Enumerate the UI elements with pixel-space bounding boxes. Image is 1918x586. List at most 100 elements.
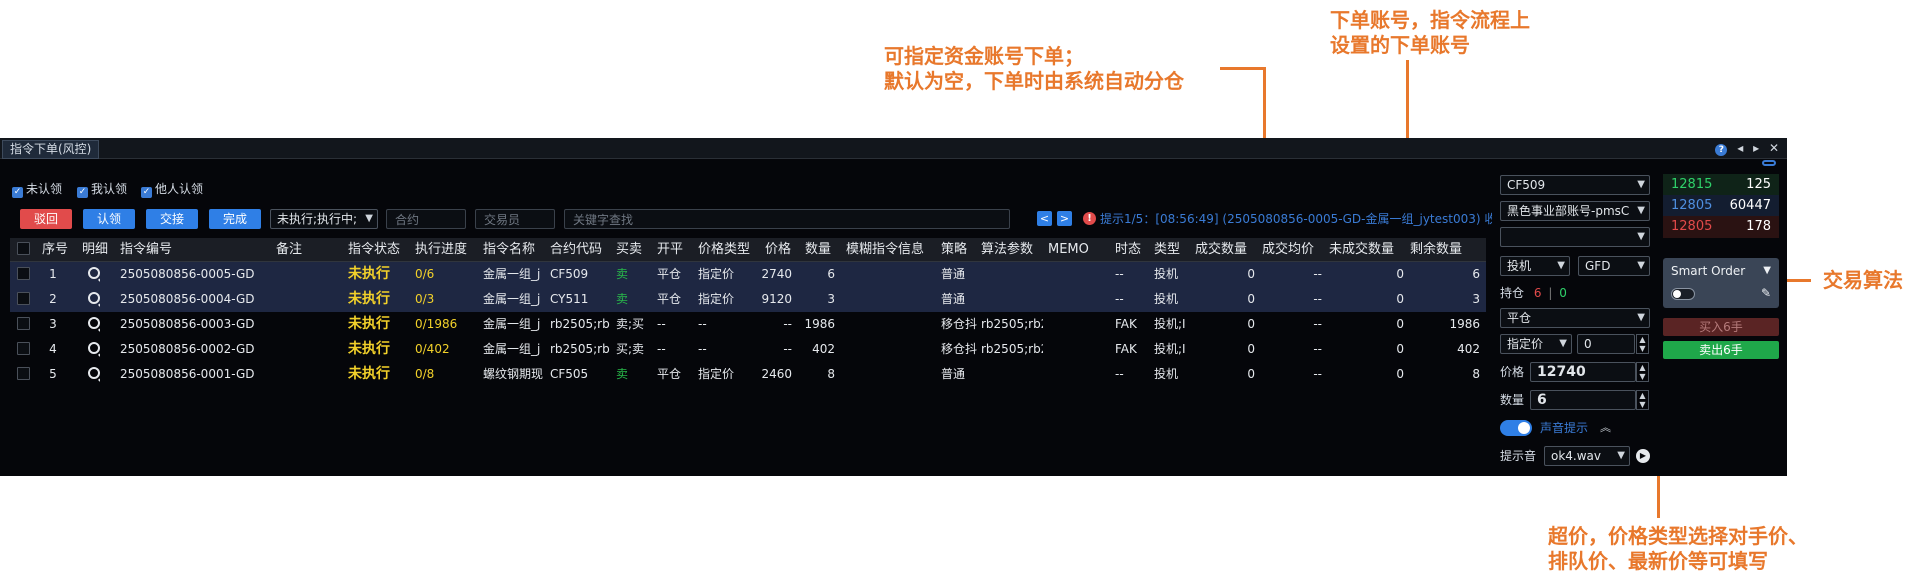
col-unfilled[interactable]: 未成交数量 xyxy=(1329,238,1394,261)
row-price-type: -- xyxy=(698,342,707,356)
col-name[interactable]: 指令名称 xyxy=(483,238,535,261)
col-filled[interactable]: 成交数量 xyxy=(1195,238,1247,261)
col-note[interactable]: 备注 xyxy=(276,238,302,261)
magnifier-icon[interactable] xyxy=(88,262,100,287)
finish-button[interactable]: 完成 xyxy=(209,209,261,229)
col-memo[interactable]: MEMO xyxy=(1048,238,1089,261)
col-progress[interactable]: 执行进度 xyxy=(415,238,467,261)
next-arrow-icon[interactable]: ▸ xyxy=(1753,141,1759,155)
filter-my-claimed[interactable]: ✓ 我认领 xyxy=(77,182,127,198)
row-checkbox[interactable] xyxy=(17,312,30,337)
select-all-checkbox[interactable] xyxy=(17,238,30,261)
edit-icon[interactable]: ✎ xyxy=(1761,285,1771,301)
play-icon[interactable]: ▶ xyxy=(1636,449,1650,463)
tif-select[interactable]: GFD ▼ xyxy=(1578,256,1650,276)
tone-select[interactable]: ok4.wav ▼ xyxy=(1544,446,1630,466)
sound-label[interactable]: 声音提示 xyxy=(1540,420,1588,436)
table-row[interactable]: 1 2505080856-0005-GD 未执行 0/6 金属一组_j CF509 卖 平仓 指… xyxy=(10,262,1486,287)
table-row[interactable]: 4 2505080856-0002-GD 未执行 0/402 金属一组_j rb2505;… xyxy=(10,337,1486,362)
notice-text[interactable]: 提示1/5：[08:56:49] (2505080856-0005-GD-金属一… xyxy=(1100,210,1492,228)
price-offset-input[interactable]: 0 xyxy=(1577,334,1635,354)
table-row[interactable]: 2 2505080856-0004-GD 未执行 0/3 金属一组_j CY511 卖 平仓 指… xyxy=(10,287,1486,312)
sell-button[interactable]: 卖出6手 xyxy=(1663,341,1779,359)
notice-prev-button[interactable]: < xyxy=(1037,211,1052,226)
close-icon[interactable]: ✕ xyxy=(1769,141,1779,155)
row-code: CY511 xyxy=(550,292,589,306)
col-remain[interactable]: 剩余数量 xyxy=(1410,238,1462,261)
trader-input[interactable]: 交易员 xyxy=(475,209,555,229)
notice-next-button[interactable]: > xyxy=(1057,211,1072,226)
quote-volume: 60447 xyxy=(1729,198,1771,213)
price-type-value: 指定价 xyxy=(1507,337,1544,351)
fund-account-select[interactable]: ▼ xyxy=(1500,227,1650,247)
magnifier-icon[interactable] xyxy=(88,312,100,337)
col-open-close[interactable]: 开平 xyxy=(657,238,683,261)
filter-unclaimed[interactable]: ✓ 未认领 xyxy=(12,182,62,198)
prev-arrow-icon[interactable]: ◂ xyxy=(1737,141,1743,155)
algo-panel[interactable]: Smart Order ▼ ✎ xyxy=(1663,258,1779,308)
col-avg[interactable]: 成交均价 xyxy=(1262,238,1314,261)
reject-button[interactable]: 驳回 xyxy=(20,209,72,229)
quote-level[interactable]: 12805 178 xyxy=(1663,216,1779,238)
col-code[interactable]: 合约代码 xyxy=(550,238,602,261)
col-seq[interactable]: 序号 xyxy=(42,238,68,261)
position-short: 0 xyxy=(1559,286,1567,300)
col-type[interactable]: 类型 xyxy=(1154,238,1180,261)
qty-stepper[interactable]: ▲ ▼ xyxy=(1636,390,1649,410)
contract-input[interactable]: 合约 xyxy=(386,209,466,229)
quote-price: 12805 xyxy=(1671,198,1713,213)
magnifier-icon[interactable] xyxy=(88,337,100,362)
row-checkbox[interactable] xyxy=(17,362,30,387)
row-checkbox[interactable] xyxy=(17,262,30,287)
col-algo-params[interactable]: 算法参数 xyxy=(981,238,1033,261)
buy-button[interactable]: 买入6手 xyxy=(1663,318,1779,336)
sound-toggle[interactable] xyxy=(1500,420,1532,436)
col-qty[interactable]: 数量 xyxy=(805,238,831,261)
col-strategy[interactable]: 策略 xyxy=(941,238,967,261)
algo-toggle[interactable] xyxy=(1671,288,1695,300)
row-filled: 0 xyxy=(1247,317,1255,331)
price-stepper[interactable]: ▲ ▼ xyxy=(1636,362,1649,382)
magnifier-icon[interactable] xyxy=(88,287,100,312)
price-type-select[interactable]: 指定价 ▼ xyxy=(1500,334,1572,354)
handover-button[interactable]: 交接 xyxy=(146,209,198,229)
row-memo xyxy=(1048,337,1108,362)
help-icon[interactable]: ? xyxy=(1715,144,1728,156)
link-icon[interactable] xyxy=(1762,160,1776,166)
tone-label: 提示音 xyxy=(1500,449,1537,463)
col-fuzzy[interactable]: 模糊指令信息 xyxy=(846,238,924,261)
quote-volume: 178 xyxy=(1746,219,1771,234)
col-detail[interactable]: 明细 xyxy=(82,238,108,261)
col-price[interactable]: 价格 xyxy=(765,238,791,261)
col-status[interactable]: 指令状态 xyxy=(348,238,400,261)
row-checkbox[interactable] xyxy=(17,337,30,362)
row-checkbox[interactable] xyxy=(17,287,30,312)
row-order-id: 2505080856-0001-GD xyxy=(120,367,255,381)
col-order-id[interactable]: 指令编号 xyxy=(120,238,172,261)
contract-select[interactable]: CF509 ▼ xyxy=(1500,175,1650,195)
qty-input[interactable]: 6 xyxy=(1530,390,1636,410)
order-account-select[interactable]: 黑色事业部账号-pmsC ▼ xyxy=(1500,201,1650,221)
price-offset-stepper[interactable]: ▲ ▼ xyxy=(1636,334,1649,354)
price-input[interactable]: 12740 xyxy=(1530,362,1636,382)
table-row[interactable]: 3 2505080856-0003-GD 未执行 0/1986 金属一组_j rb2505… xyxy=(10,312,1486,337)
offset-value: 平仓 xyxy=(1507,311,1532,325)
row-note xyxy=(276,312,336,337)
quote-level[interactable]: 12815 125 xyxy=(1663,174,1779,196)
hedge-select[interactable]: 投机 ▼ xyxy=(1500,256,1570,276)
tab-order-risk[interactable]: 指令下单(风控) xyxy=(2,140,100,159)
filter-others-claimed[interactable]: ✓ 他人认领 xyxy=(141,182,203,198)
magnifier-icon[interactable] xyxy=(88,362,100,387)
col-tif[interactable]: 时态 xyxy=(1115,238,1141,261)
quote-price: 12815 xyxy=(1671,177,1713,192)
col-side[interactable]: 买卖 xyxy=(616,238,642,261)
offset-select[interactable]: 平仓 ▼ xyxy=(1500,308,1650,328)
collapse-up-icon[interactable]: ︽ xyxy=(1600,419,1611,435)
quote-level[interactable]: 12805 60447 xyxy=(1663,195,1779,217)
keyword-search-input[interactable]: 关键字查找 xyxy=(564,209,1010,229)
table-row[interactable]: 5 2505080856-0001-GD 未执行 0/8 螺纹钢期现 CF505 卖 平仓 指定… xyxy=(10,362,1486,387)
status-filter-select[interactable]: 未执行;执行中; ▼ xyxy=(270,209,378,229)
claim-button[interactable]: 认领 xyxy=(83,209,135,229)
col-price-type[interactable]: 价格类型 xyxy=(698,238,750,261)
row-algo-params xyxy=(981,262,1043,287)
